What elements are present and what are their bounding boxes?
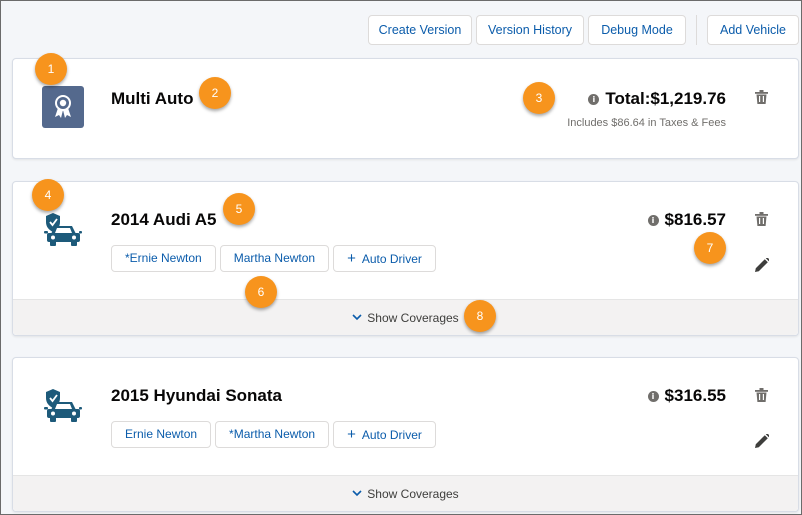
plus-icon: +: [347, 426, 356, 443]
callout-badge: 1: [35, 53, 67, 85]
callout-badge: 4: [32, 179, 64, 211]
info-icon[interactable]: i: [647, 390, 659, 402]
add-driver-label: Auto Driver: [361, 252, 422, 266]
driver-button[interactable]: Ernie Newton: [111, 421, 212, 448]
total-price-value: Total:$1,219.76: [605, 89, 726, 108]
callout-badge: 7: [694, 232, 726, 264]
car-shield-icon: [44, 213, 82, 246]
callout-badge: 5: [223, 193, 255, 225]
add-driver-button[interactable]: + Auto Driver: [333, 421, 436, 448]
callout-badge: 8: [464, 300, 496, 332]
driver-button[interactable]: *Ernie Newton: [111, 245, 216, 272]
debug-mode-button[interactable]: Debug Mode: [588, 15, 686, 45]
vehicle-card: 2014 Audi A5 i $816.57 *Ernie Newton Mar…: [12, 181, 799, 336]
driver-button[interactable]: Martha Newton: [219, 245, 330, 272]
summary-card: Multi Auto i Total:$1,219.76 Includes $8…: [12, 58, 799, 159]
add-vehicle-button[interactable]: Add Vehicle: [707, 15, 799, 45]
vehicle-price-value: $316.55: [664, 386, 726, 405]
car-shield-icon: [44, 389, 82, 422]
vehicle-title: 2014 Audi A5: [111, 210, 217, 229]
award-ribbon-icon: [42, 86, 84, 128]
create-version-button[interactable]: Create Version: [368, 15, 472, 45]
trash-icon[interactable]: [755, 212, 768, 226]
policy-title: Multi Auto: [111, 89, 194, 108]
pencil-icon[interactable]: [755, 434, 769, 448]
vehicle-price: i $816.57: [647, 210, 726, 230]
version-history-button[interactable]: Version History: [476, 15, 584, 45]
taxes-note: Includes $86.64 in Taxes & Fees: [567, 117, 726, 129]
pencil-icon[interactable]: [755, 258, 769, 272]
vehicle-title: 2015 Hyundai Sonata: [111, 386, 283, 405]
vehicle-price-value: $816.57: [664, 210, 726, 229]
vehicle-card: 2015 Hyundai Sonata i $316.55 Ernie Newt…: [12, 357, 799, 512]
plus-icon: +: [347, 250, 356, 267]
trash-icon[interactable]: [755, 388, 768, 402]
app-frame: Create Version Version History Debug Mod…: [0, 0, 802, 515]
chevron-down-icon: [352, 314, 362, 321]
show-coverages-label: Show Coverages: [367, 486, 459, 501]
driver-button[interactable]: *Martha Newton: [215, 421, 330, 448]
toolbar: Create Version Version History Debug Mod…: [1, 15, 801, 45]
callout-badge: 3: [523, 82, 555, 114]
callout-badge: 6: [245, 276, 277, 308]
show-coverages-toggle[interactable]: Show Coverages: [13, 475, 798, 511]
vehicle-price: i $316.55: [647, 386, 726, 406]
toolbar-divider: [696, 15, 697, 45]
trash-icon[interactable]: [755, 90, 768, 104]
add-driver-label: Auto Driver: [361, 428, 422, 442]
info-icon[interactable]: i: [588, 93, 600, 105]
driver-list: *Ernie Newton Martha Newton + Auto Driver: [111, 245, 436, 272]
info-icon[interactable]: i: [647, 214, 659, 226]
add-driver-button[interactable]: + Auto Driver: [333, 245, 436, 272]
driver-list: Ernie Newton *Martha Newton + Auto Driver: [111, 421, 436, 448]
callout-badge: 2: [199, 77, 231, 109]
chevron-down-icon: [352, 490, 362, 497]
show-coverages-label: Show Coverages: [367, 310, 459, 325]
total-price: i Total:$1,219.76: [588, 89, 726, 109]
show-coverages-toggle[interactable]: Show Coverages: [13, 299, 798, 335]
